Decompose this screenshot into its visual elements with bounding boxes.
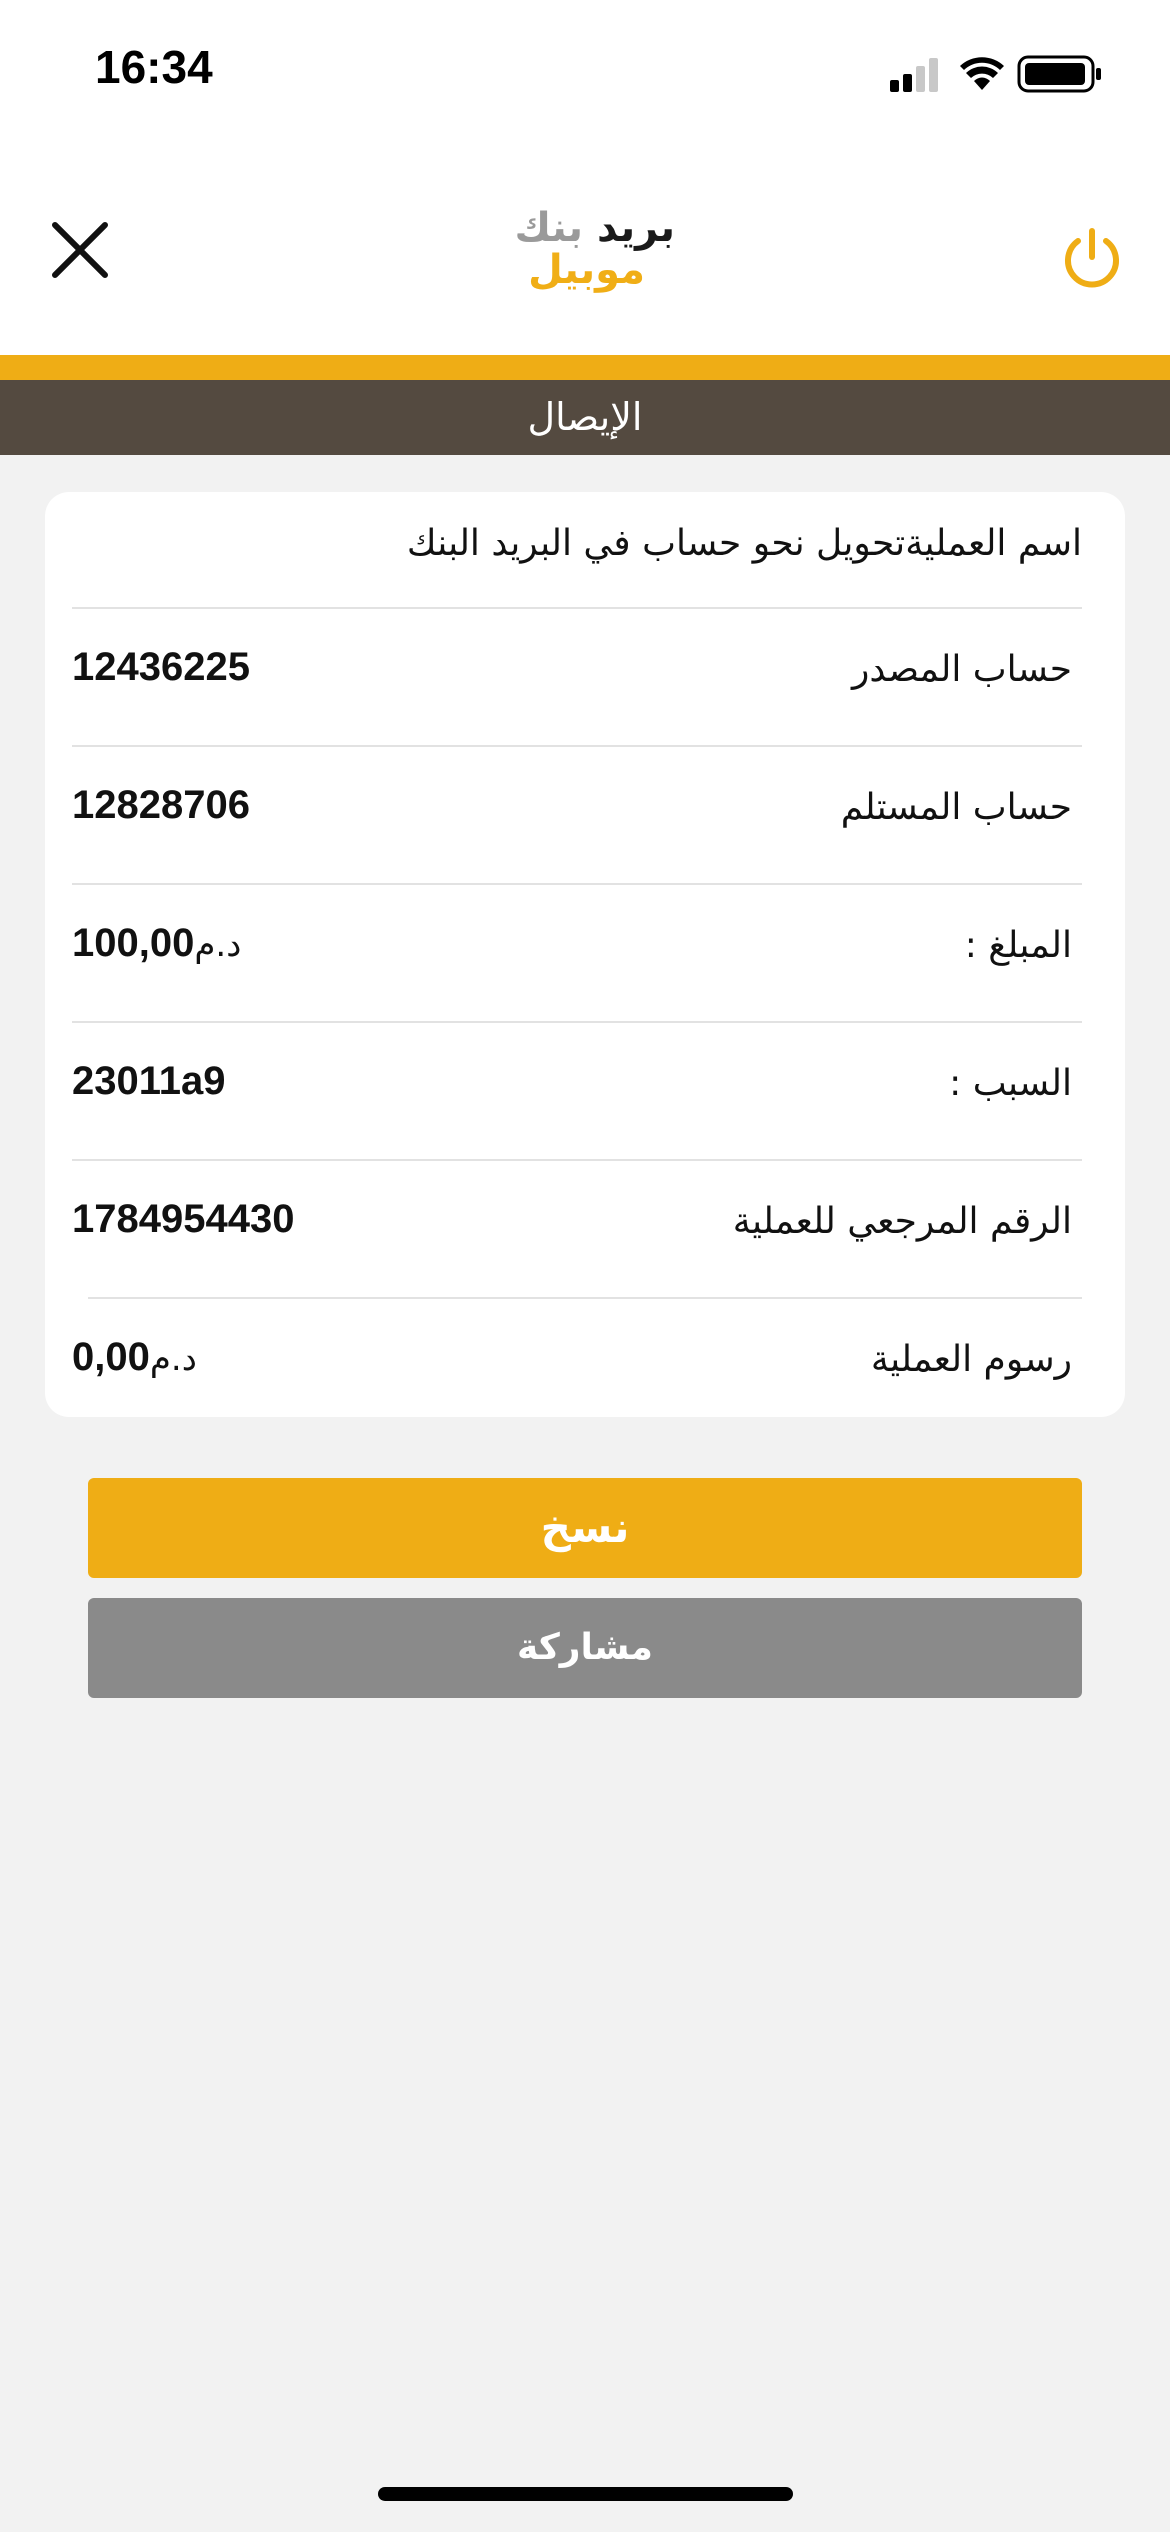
row-label: المبلغ : [964,925,1072,966]
operation-name-row: اسم العمليةتحويل نحو حساب في البريد البن… [406,523,1082,564]
accent-strip [0,355,1170,380]
logo-line-1: بريد بنك [514,205,675,251]
share-button[interactable]: مشاركة [88,1598,1082,1698]
receipt-row-reference: الرقم المرجعي للعملية 1784954430 [72,1161,1082,1299]
row-label: حساب المصدر [852,649,1072,690]
signal-wifi-battery-icons [890,55,1101,93]
status-icons [890,50,1110,96]
receipt-row-reason: السبب : 23011a9 [72,1023,1082,1161]
cellular-signal-icon [890,58,938,92]
row-value: 1784954430 [72,1197,295,1241]
logo-word-mobile: موبيل [528,247,645,293]
receipt-row-source-account: حساب المصدر 12436225 [72,609,1082,747]
receipt-row-amount: المبلغ : 100,00د.م [72,885,1082,1023]
wifi-icon [960,57,1004,90]
row-label: رسوم العملية [870,1339,1072,1380]
logo-word-barid: بريد [596,205,675,251]
logo-word-bank: بنك [514,205,584,251]
page-title: الإيصال [0,380,1170,455]
status-time: 16:34 [95,41,213,93]
receipt-row-recipient-account: حساب المستلم 12828706 [72,747,1082,885]
logout-power-button[interactable] [1059,225,1125,291]
home-indicator[interactable] [378,2487,793,2501]
row-value: 23011a9 [72,1059,226,1103]
receipt-row-fees: رسوم العملية 0,00د.م [72,1299,1082,1417]
row-label: السبب : [949,1063,1072,1104]
row-value: 0,00د.م [72,1335,197,1379]
app-header: بريد بنك موبيل [0,140,1170,355]
close-icon [52,222,108,278]
receipt-card: اسم العمليةتحويل نحو حساب في البريد البن… [45,492,1125,1417]
app-logo: بريد بنك موبيل [495,205,675,295]
copy-button[interactable]: نسخ [88,1478,1082,1578]
row-value: 100,00د.م [72,921,242,965]
battery-icon [1017,55,1101,93]
row-value: 12436225 [72,645,250,689]
row-label: الرقم المرجعي للعملية [732,1201,1072,1242]
status-bar: 16:34 [0,0,1170,140]
power-icon [1065,228,1119,288]
row-label: حساب المستلم [840,787,1072,828]
row-value: 12828706 [72,783,250,827]
close-button[interactable] [45,215,115,285]
